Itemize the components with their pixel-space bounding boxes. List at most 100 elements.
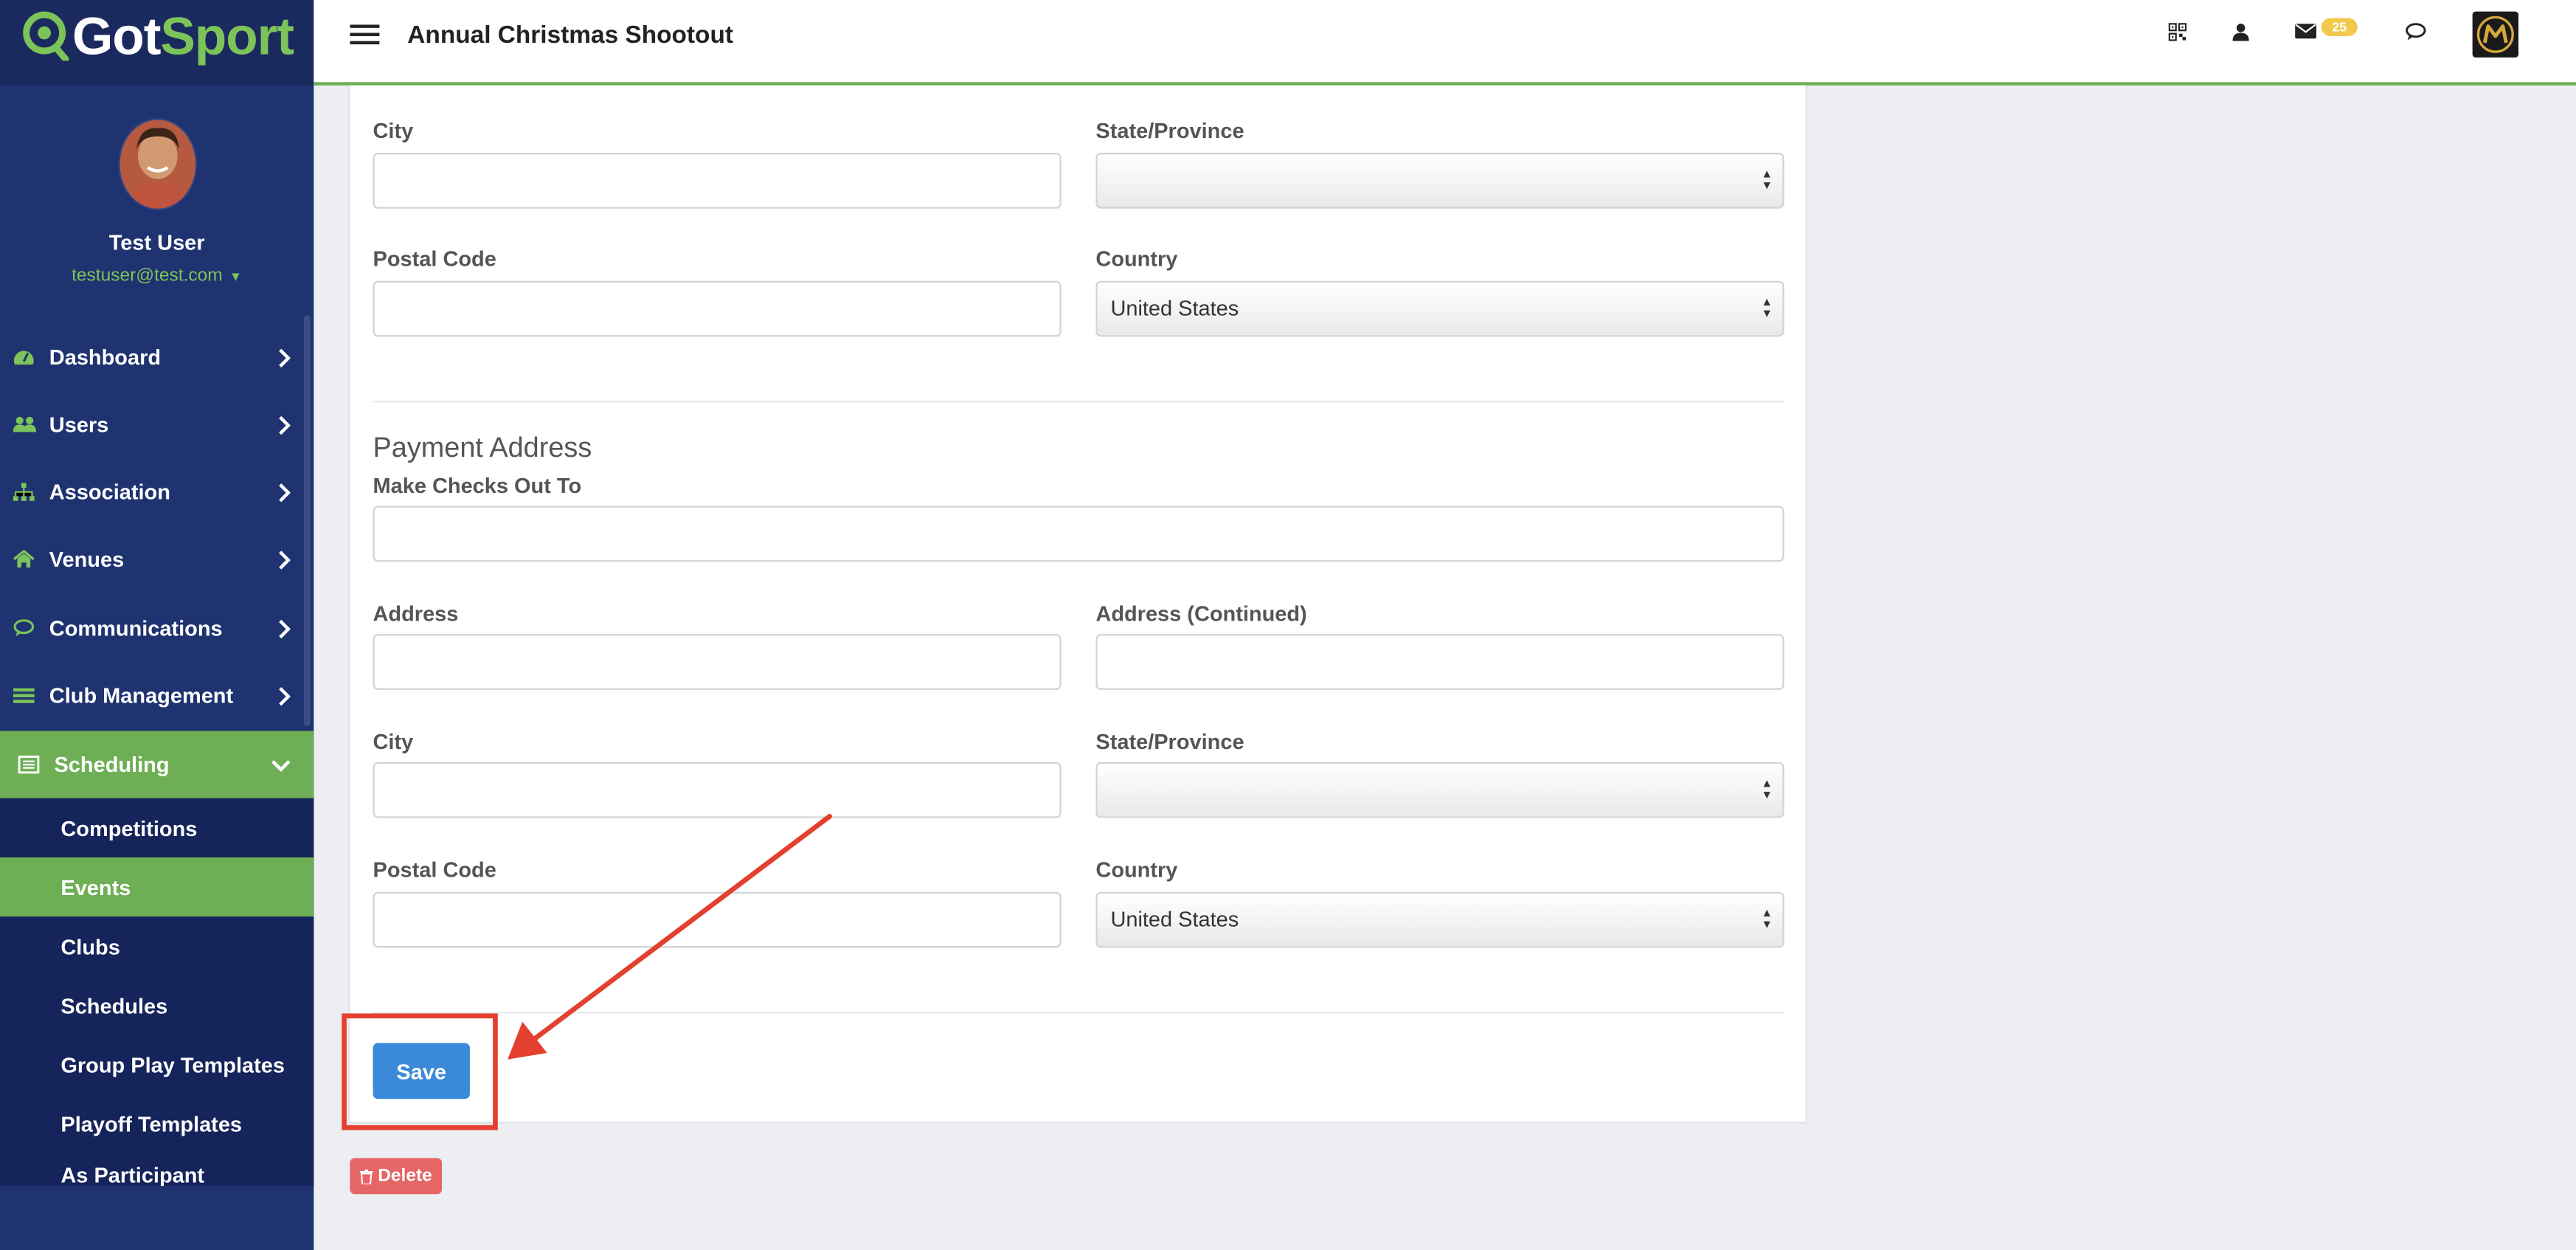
address-continued-label: Address (Continued) — [1095, 601, 1307, 626]
delete-button-label: Delete — [378, 1166, 432, 1187]
avatar[interactable] — [117, 118, 197, 210]
sidebar-item-communications[interactable]: Communications — [0, 595, 314, 662]
sidebar-item-association[interactable]: Association — [0, 458, 314, 525]
sitemap-icon — [13, 483, 36, 501]
submenu-item-label: As Participant — [60, 1163, 205, 1187]
chevron-right-icon — [277, 482, 291, 502]
comments-icon — [13, 619, 36, 637]
sidebar-item-label: Club Management — [49, 683, 234, 708]
payment-country-select[interactable]: United States ▲ ▼ — [1095, 891, 1784, 948]
user-name: Test User — [108, 229, 205, 255]
chevron-right-icon — [277, 618, 291, 638]
sidebar-item-dashboard[interactable]: Dashboard — [0, 324, 314, 391]
submenu-item-group-play-templates[interactable]: Group Play Templates — [0, 1035, 314, 1094]
sidebar-item-scheduling[interactable]: Scheduling — [0, 731, 314, 798]
sidebar-item-label: Dashboard — [49, 345, 162, 370]
payment-state-select[interactable]: ▲ ▼ — [1095, 762, 1784, 818]
submenu-item-label: Group Play Templates — [60, 1052, 285, 1077]
calendar-list-icon — [18, 756, 41, 774]
caret-down-icon: ▼ — [229, 269, 243, 284]
sidebar-item-label: Users — [49, 412, 109, 438]
state-select[interactable]: ▲ ▼ — [1095, 153, 1784, 209]
submenu-item-schedules[interactable]: Schedules — [0, 976, 314, 1035]
payment-country-label: Country — [1095, 857, 1178, 883]
hamburger-menu-icon[interactable] — [350, 24, 380, 46]
brand-wordmark-sport: Sport — [160, 6, 294, 66]
event-form-card — [348, 85, 1807, 1124]
home-icon — [13, 550, 36, 568]
chevron-right-icon — [277, 550, 291, 570]
user-email-dropdown[interactable]: testuser@test.com ▼ — [0, 266, 314, 286]
organization-logo[interactable] — [2472, 11, 2518, 58]
submenu-item-label: Clubs — [60, 933, 120, 959]
qr-code-icon[interactable] — [2168, 23, 2187, 41]
section-divider — [373, 1012, 1784, 1014]
sidebar-item-label: Association — [49, 479, 170, 505]
payment-state-label: State/Province — [1095, 729, 1244, 754]
payment-city-label: City — [373, 729, 414, 754]
select-arrows-icon: ▲ ▼ — [1761, 778, 1773, 802]
make-checks-label: Make Checks Out To — [373, 473, 582, 498]
sidebar-item-label: Communications — [49, 615, 223, 641]
list-icon — [13, 686, 36, 704]
select-arrows-icon: ▲ ▼ — [1761, 908, 1773, 932]
user-profile: Test User testuser@test.com ▼ — [0, 118, 314, 286]
city-input[interactable] — [373, 153, 1062, 209]
notification-badge: 25 — [2321, 18, 2358, 36]
sidebar-scrollbar[interactable] — [303, 315, 311, 726]
brand-wordmark: GotSport — [72, 5, 294, 68]
brand-logo[interactable]: GotSport — [0, 0, 314, 86]
trash-icon — [359, 1168, 373, 1184]
postal-code-input[interactable] — [373, 280, 1062, 337]
submenu-item-playoff-templates[interactable]: Playoff Templates — [0, 1094, 314, 1153]
sidebar-item-venues[interactable]: Venues — [0, 525, 314, 593]
submenu-item-label: Playoff Templates — [60, 1111, 243, 1136]
annotation-highlight-box — [342, 1013, 498, 1130]
make-checks-input[interactable] — [373, 505, 1784, 562]
user-icon[interactable] — [2232, 23, 2249, 41]
sidebar: GotSport Test User testuser@test.com ▼ Da… — [0, 0, 314, 1250]
submenu-item-competitions[interactable]: Competitions — [0, 798, 314, 857]
brand-wordmark-got: Got — [72, 6, 161, 66]
submenu-item-as-participant[interactable]: As Participant — [0, 1153, 314, 1187]
address-label: Address — [373, 601, 459, 626]
chevron-right-icon — [277, 348, 291, 367]
sidebar-item-label: Scheduling — [54, 752, 170, 777]
submenu-item-label: Schedules — [60, 992, 168, 1018]
comments-icon[interactable] — [2405, 23, 2426, 41]
postal-code-label: Postal Code — [373, 246, 496, 272]
select-arrows-icon: ▲ ▼ — [1761, 297, 1773, 321]
city-label: City — [373, 118, 414, 143]
submenu-item-label: Events — [60, 874, 131, 899]
scheduling-submenu: Competitions Events Clubs Schedules Grou… — [0, 798, 314, 1187]
envelope-icon[interactable] — [2295, 23, 2317, 39]
address-continued-input[interactable] — [1095, 634, 1784, 690]
chevron-right-icon — [277, 415, 291, 435]
payment-postal-code-input[interactable] — [373, 891, 1062, 948]
address-input[interactable] — [373, 634, 1062, 690]
select-arrows-icon: ▲ ▼ — [1761, 169, 1773, 193]
payment-country-select-value: United States — [1110, 906, 1239, 932]
delete-button[interactable]: Delete — [350, 1158, 443, 1195]
users-icon — [13, 415, 36, 433]
dashboard-icon — [13, 348, 36, 366]
payment-address-heading: Payment Address — [373, 432, 592, 463]
avatar-face-icon — [119, 120, 195, 209]
sidebar-item-label: Venues — [49, 547, 125, 572]
sidebar-item-club-management[interactable]: Club Management — [0, 662, 314, 729]
submenu-item-clubs[interactable]: Clubs — [0, 916, 314, 976]
submenu-item-events[interactable]: Events — [0, 857, 314, 917]
gotsport-logo-icon — [23, 11, 69, 61]
user-email: testuser@test.com — [72, 266, 223, 286]
chevron-down-icon — [271, 758, 291, 771]
country-select-value: United States — [1110, 295, 1239, 321]
country-label: Country — [1095, 246, 1178, 272]
chevron-right-icon — [277, 686, 291, 705]
payment-city-input[interactable] — [373, 762, 1062, 818]
sidebar-item-users[interactable]: Users — [0, 391, 314, 458]
country-select[interactable]: United States ▲ ▼ — [1095, 280, 1784, 337]
top-header: Annual Christmas Shootout — [314, 0, 2576, 86]
organization-logo-icon — [2476, 15, 2514, 53]
payment-postal-code-label: Postal Code — [373, 857, 496, 883]
page-title: Annual Christmas Shootout — [407, 21, 734, 49]
